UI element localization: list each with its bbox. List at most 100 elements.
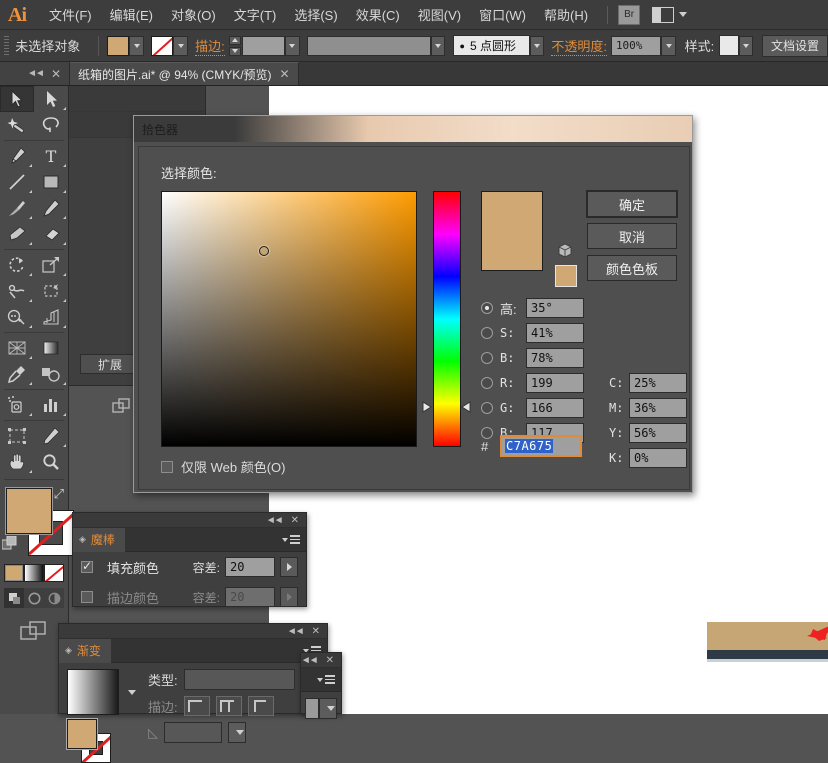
- tool-pencil-tool[interactable]: [34, 195, 68, 221]
- tool-selection-tool[interactable]: [0, 86, 34, 112]
- menu-item-window[interactable]: 窗口(W): [470, 0, 535, 30]
- bridge-icon[interactable]: Br: [618, 4, 641, 25]
- close-icon[interactable]: ✕: [312, 626, 320, 637]
- brush-definition-dropdown[interactable]: [431, 35, 446, 56]
- collapse-panel-icon[interactable]: ◄◄: [301, 655, 319, 666]
- tool-scale-tool[interactable]: [34, 252, 68, 278]
- out-of-web-gamut-icon[interactable]: [557, 243, 573, 262]
- tab-magic-wand[interactable]: ◈ 魔棒: [73, 527, 125, 552]
- opacity-label[interactable]: 不透明度:: [551, 36, 607, 56]
- tool-blend-tool[interactable]: [34, 361, 68, 387]
- fill-tolerance-slider-button[interactable]: [280, 557, 298, 577]
- menu-item-help[interactable]: 帮助(H): [535, 0, 597, 30]
- tab-gradient[interactable]: ◈ 渐变: [59, 638, 111, 663]
- tool-width-tool[interactable]: [0, 278, 34, 304]
- color-field-marker[interactable]: [259, 246, 269, 256]
- tool-direct-selection-tool[interactable]: [34, 86, 68, 112]
- duplicate-shape-icon[interactable]: [112, 398, 132, 419]
- color-swatches-button[interactable]: 颜色色板: [587, 255, 677, 281]
- brightness-radio[interactable]: [481, 352, 493, 364]
- cyan-input[interactable]: 25%: [629, 373, 687, 393]
- saturation-input[interactable]: 41%: [526, 323, 584, 343]
- screen-mode-menubar-button[interactable]: [24, 588, 44, 608]
- web-only-row[interactable]: 仅限 Web 颜色(O): [161, 457, 286, 476]
- menu-item-type[interactable]: 文字(T): [225, 0, 286, 30]
- color-fill-button[interactable]: [4, 564, 24, 582]
- dialog-title-bar[interactable]: 拾色器: [134, 116, 692, 142]
- tool-gradient-tool[interactable]: [34, 335, 68, 361]
- tool-hand-tool[interactable]: [0, 449, 34, 475]
- black-input[interactable]: 0%: [629, 448, 687, 468]
- hue-radio[interactable]: [481, 302, 493, 314]
- hue-slider-marker-left[interactable]: [422, 401, 432, 416]
- fill-dropdown-button[interactable]: [129, 35, 145, 56]
- opacity-input[interactable]: 100%: [610, 35, 662, 56]
- tool-blob-brush-tool[interactable]: [0, 221, 34, 247]
- hue-slider[interactable]: [433, 191, 461, 447]
- hex-input[interactable]: C7A675: [500, 435, 582, 457]
- fill-swatch[interactable]: [107, 35, 130, 56]
- variable-width-profile[interactable]: ● 5 点圆形: [452, 35, 530, 56]
- magenta-input[interactable]: 36%: [629, 398, 687, 418]
- profile-dropdown[interactable]: [529, 35, 545, 56]
- document-setup-button[interactable]: 文档设置: [761, 34, 828, 57]
- fill-tolerance-input[interactable]: 20: [225, 557, 275, 577]
- gradient-preview-group[interactable]: [67, 669, 136, 715]
- tool-zoom-tool[interactable]: [34, 449, 68, 475]
- ok-button[interactable]: 确定: [587, 191, 677, 217]
- tool-lasso-tool[interactable]: [34, 112, 68, 138]
- hue-slider-marker-right[interactable]: [461, 401, 471, 416]
- gradient-fill-button[interactable]: [24, 564, 44, 582]
- tool-shape-builder-tool[interactable]: [0, 304, 34, 330]
- menu-item-file[interactable]: 文件(F): [40, 0, 101, 30]
- red-input[interactable]: 199: [526, 373, 584, 393]
- fill-color-swatch[interactable]: [6, 488, 52, 534]
- stroke-color-checkbox[interactable]: [81, 591, 93, 603]
- stroke-weight-input[interactable]: [241, 35, 286, 56]
- tool-rectangle-tool[interactable]: [34, 169, 68, 195]
- close-icon[interactable]: ✕: [291, 515, 299, 526]
- tool-perspective-grid-tool[interactable]: [34, 304, 68, 330]
- red-radio[interactable]: [481, 377, 493, 389]
- panel-menu-button[interactable]: [317, 675, 335, 684]
- panel-menu-button[interactable]: [282, 535, 300, 544]
- tool-symbol-sprayer-tool[interactable]: [0, 392, 34, 418]
- menu-item-edit[interactable]: 编辑(E): [101, 0, 162, 30]
- green-radio[interactable]: [481, 402, 493, 414]
- gradient-panel[interactable]: ◄◄ ✕ ◈ 渐变 类型: 描边: ◺: [58, 623, 328, 763]
- tool-rotate-tool[interactable]: [0, 252, 34, 278]
- brush-definition-input[interactable]: [306, 35, 432, 56]
- collapse-panel-icon[interactable]: ◄◄: [27, 68, 45, 79]
- green-input[interactable]: 166: [526, 398, 584, 418]
- tool-eraser-tool[interactable]: [34, 221, 68, 247]
- chevron-down-icon[interactable]: [128, 689, 136, 695]
- tool-eyedropper-tool[interactable]: [0, 361, 34, 387]
- arrange-documents-icon[interactable]: [652, 6, 688, 23]
- stroke-swatch-none[interactable]: [151, 35, 174, 56]
- stroke-weight-label[interactable]: 描边:: [195, 36, 225, 56]
- screen-mode-normal-button[interactable]: [4, 588, 24, 608]
- tool-type-tool[interactable]: T: [34, 143, 68, 169]
- none-fill-button[interactable]: [44, 564, 64, 582]
- menu-item-effect[interactable]: 效果(C): [347, 0, 409, 30]
- fill-mini-swatch[interactable]: [67, 719, 97, 749]
- stepper-up-button[interactable]: [228, 35, 241, 45]
- tool-mesh-tool[interactable]: [0, 335, 34, 361]
- stroke-weight-stepper[interactable]: [228, 35, 241, 56]
- close-icon[interactable]: ✕: [51, 67, 61, 81]
- close-icon[interactable]: ✕: [280, 67, 290, 81]
- partial-panel[interactable]: ◄◄ ✕: [300, 652, 342, 719]
- tool-line-segment-tool[interactable]: [0, 169, 34, 195]
- stroke-dropdown-button[interactable]: [173, 35, 189, 56]
- fill-color-checkbox[interactable]: [81, 559, 93, 573]
- color-field[interactable]: [161, 191, 417, 447]
- gradient-type-select[interactable]: [183, 669, 295, 690]
- close-icon[interactable]: ✕: [326, 655, 334, 666]
- stroke-swatch-group[interactable]: [151, 35, 195, 56]
- saturation-radio[interactable]: [481, 327, 493, 339]
- menu-item-select[interactable]: 选择(S): [285, 0, 346, 30]
- artwork-box-base[interactable]: [707, 650, 828, 659]
- screen-mode-fullscreen-button[interactable]: [44, 588, 64, 608]
- gradient-preview-swatch[interactable]: [67, 669, 119, 715]
- swap-fill-stroke-icon[interactable]: ⤢: [54, 486, 64, 502]
